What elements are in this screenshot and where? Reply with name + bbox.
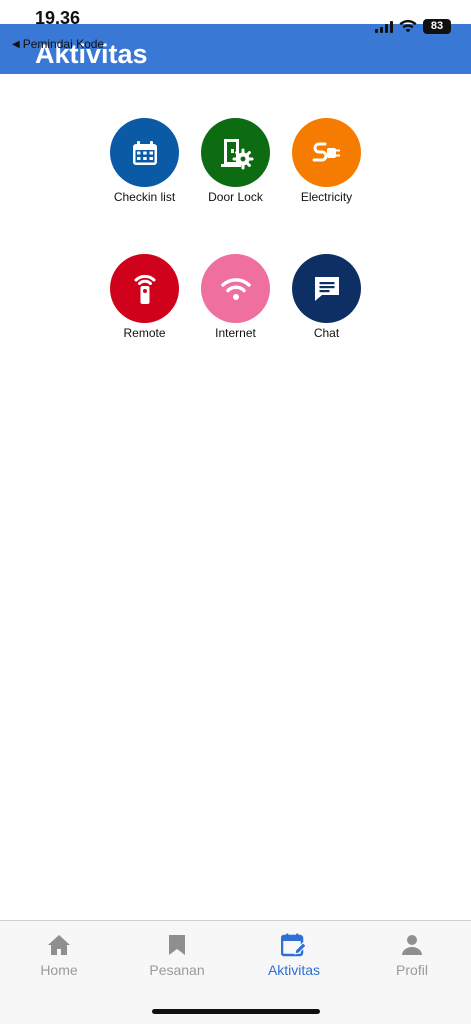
remote-icon xyxy=(134,274,155,304)
activity-label: Electricity xyxy=(300,190,353,204)
chat-icon xyxy=(314,276,339,301)
nav-item-pesanan[interactable]: Pesanan xyxy=(118,933,236,978)
activity-label: Internet xyxy=(215,326,256,340)
back-arrow-icon: ◀ xyxy=(12,38,20,50)
wifi-icon xyxy=(220,277,251,300)
activity-chat[interactable]: Chat xyxy=(281,254,372,340)
checkin-list-button[interactable] xyxy=(110,118,179,187)
person-icon xyxy=(402,935,422,955)
status-icons: 83 xyxy=(375,19,451,34)
nav-label: Pesanan xyxy=(149,962,205,978)
calendar-icon xyxy=(132,140,157,165)
activity-label: Remote xyxy=(123,326,166,340)
activity-door-lock[interactable]: Door Lock xyxy=(190,118,281,204)
remote-button[interactable] xyxy=(110,254,179,323)
back-link-label: Pemindai Kode xyxy=(22,37,105,51)
bookmark-icon xyxy=(169,935,185,955)
nav-item-profil[interactable]: Profil xyxy=(353,933,471,978)
chat-button[interactable] xyxy=(292,254,361,323)
home-icon xyxy=(48,935,70,955)
nav-item-aktivitas[interactable]: Aktivitas xyxy=(235,933,353,978)
back-to-app-link[interactable]: ◀ Pemindai Kode xyxy=(12,37,104,51)
calendar-edit-icon xyxy=(281,933,307,957)
nav-label: Home xyxy=(40,962,78,978)
activity-label: Door Lock xyxy=(208,190,263,204)
plug-icon xyxy=(312,142,340,161)
activity-label: Chat xyxy=(313,326,340,340)
status-bar: 19.36 83 xyxy=(0,0,471,34)
door-lock-button[interactable] xyxy=(201,118,270,187)
electricity-button[interactable] xyxy=(292,118,361,187)
activity-checkin-list[interactable]: Checkin list xyxy=(99,118,190,204)
cellular-signal-icon xyxy=(375,20,393,33)
activity-electricity[interactable]: Electricity xyxy=(281,118,372,204)
battery-indicator: 83 xyxy=(423,19,451,34)
internet-button[interactable] xyxy=(201,254,270,323)
activity-internet[interactable]: Internet xyxy=(190,254,281,340)
wifi-status-icon xyxy=(399,20,417,33)
door-lock-icon xyxy=(220,138,253,169)
nav-label: Aktivitas xyxy=(267,962,321,978)
status-time: 19.36 xyxy=(35,8,81,28)
activity-grid: Checkin list Door Lock Electricity Remot… xyxy=(99,118,372,340)
activity-remote[interactable]: Remote xyxy=(99,254,190,340)
nav-item-home[interactable]: Home xyxy=(0,933,118,978)
nav-label: Profil xyxy=(396,962,428,978)
activity-label: Checkin list xyxy=(113,190,176,204)
home-indicator xyxy=(152,1009,320,1014)
